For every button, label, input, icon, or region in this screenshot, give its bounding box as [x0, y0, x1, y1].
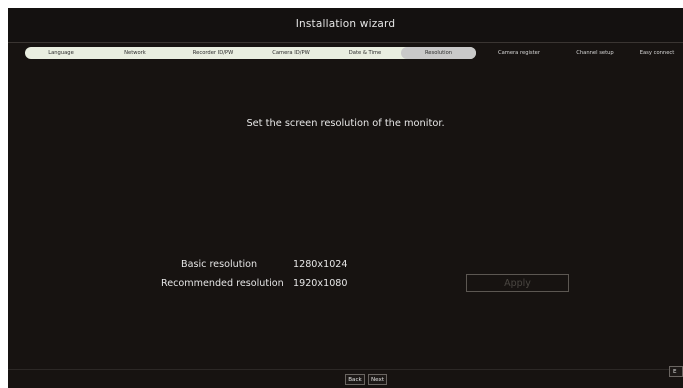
step-date-time[interactable]: Date & Time — [336, 47, 394, 59]
back-button[interactable]: Back — [345, 374, 365, 385]
basic-resolution-value: 1280x1024 — [293, 259, 348, 270]
window-title: Installation wizard — [295, 18, 396, 30]
step-resolution[interactable]: Resolution — [401, 47, 476, 59]
step-language[interactable]: Language — [33, 47, 89, 59]
apply-button[interactable]: Apply — [466, 274, 569, 292]
recommended-resolution-value: 1920x1080 — [293, 278, 348, 289]
next-button[interactable]: Next — [368, 374, 387, 385]
recommended-resolution-label: Recommended resolution — [161, 278, 284, 289]
step-recorder-id-pw[interactable]: Recorder ID/PW — [183, 47, 243, 59]
step-network[interactable]: Network — [107, 47, 163, 59]
step-camera-register[interactable]: Camera register — [483, 47, 555, 59]
step-easy-connect[interactable]: Easy connect — [629, 47, 683, 59]
edge-button[interactable]: E — [669, 366, 683, 377]
step-camera-id-pw[interactable]: Camera ID/PW — [263, 47, 319, 59]
footer-divider — [8, 369, 683, 370]
installation-wizard-screen: Installation wizard Language Network Rec… — [8, 8, 683, 388]
step-channel-setup[interactable]: Channel setup — [565, 47, 625, 59]
basic-resolution-label: Basic resolution — [181, 259, 258, 270]
title-bar: Installation wizard — [8, 8, 683, 43]
wizard-step-bar: Language Network Recorder ID/PW Camera I… — [25, 47, 683, 59]
instruction-text: Set the screen resolution of the monitor… — [246, 118, 445, 129]
